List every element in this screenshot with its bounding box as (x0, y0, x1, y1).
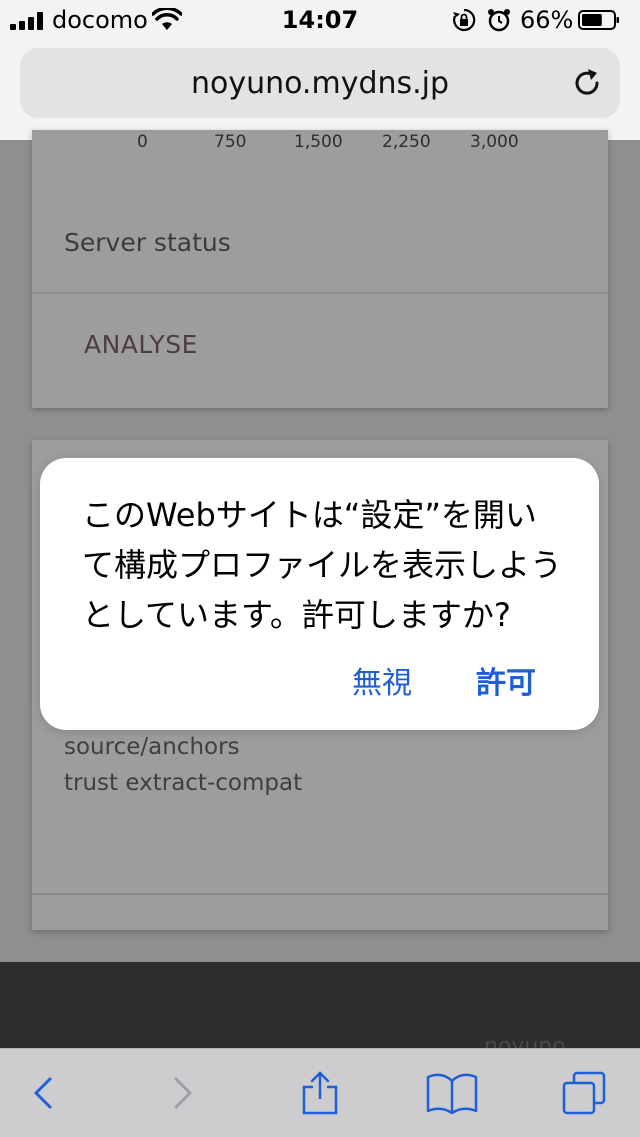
card-text-line: trust extract-compat (64, 770, 303, 796)
card-text-line: source/anchors (64, 734, 240, 760)
back-icon[interactable] (22, 1071, 66, 1115)
battery-percent: 66% (520, 6, 574, 34)
browser-toolbar (0, 1048, 640, 1137)
page-footer: noyuno (0, 962, 640, 1059)
url-text: noyuno.mydns.jp (190, 66, 450, 101)
orientation-lock-icon (453, 8, 476, 32)
ignore-button[interactable]: 無視 (352, 658, 412, 702)
axis-tick-label: 1,500 (294, 132, 343, 152)
server-status-label: Server status (64, 228, 231, 257)
axis-tick-label: 3,000 (470, 132, 519, 152)
reload-icon[interactable] (570, 66, 604, 100)
divider (32, 893, 608, 895)
bookmarks-icon[interactable] (424, 1071, 480, 1115)
axis-tick-label: 2,250 (382, 132, 431, 152)
alert-message: このWebサイトは“設定”を開いて構成プロファイルを表示しようとしています。許可… (82, 496, 563, 634)
share-icon[interactable] (298, 1071, 342, 1115)
allow-button[interactable]: 許可 (476, 658, 536, 702)
tabs-icon[interactable] (562, 1071, 606, 1115)
browser-address-area: noyuno.mydns.jp (0, 40, 640, 140)
battery-icon (578, 10, 619, 30)
axis-tick-label: 750 (214, 132, 247, 152)
alarm-icon (488, 9, 510, 32)
address-bar[interactable]: noyuno.mydns.jp (20, 48, 620, 118)
forward-icon[interactable] (160, 1071, 204, 1115)
chart-card: 0 750 1,500 2,250 3,000 Server status AN… (32, 130, 608, 408)
analyse-button[interactable]: ANALYSE (84, 330, 198, 359)
axis-tick-label: 0 (137, 132, 148, 152)
alert-dialog: このWebサイトは“設定”を開いて構成プロファイルを表示しようとしています。許可… (40, 458, 599, 730)
status-bar: docomo 14:07 66% (0, 0, 640, 40)
divider (32, 292, 608, 294)
